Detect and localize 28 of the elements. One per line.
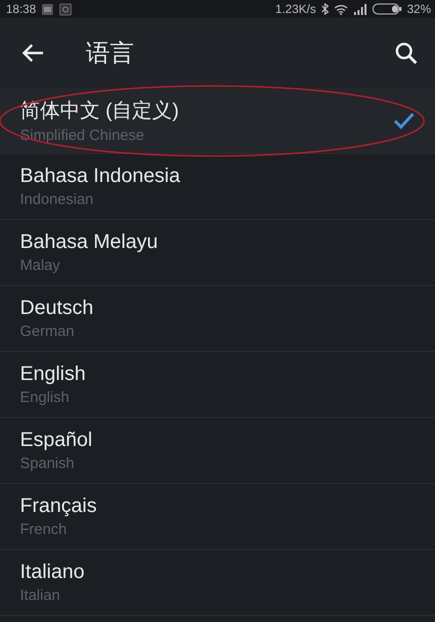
- language-subtitle: Simplified Chinese: [20, 127, 144, 144]
- screen-title: 语言: [86, 39, 135, 69]
- language-subtitle: German: [20, 323, 74, 340]
- language-subtitle: Malay: [20, 257, 60, 274]
- language-name: Français: [20, 495, 97, 518]
- language-name: Bahasa Indonesia: [20, 165, 180, 188]
- language-subtitle: Indonesian: [20, 191, 94, 208]
- wifi-icon: [334, 4, 348, 14]
- language-name: Español: [20, 429, 92, 452]
- battery-icon: [372, 3, 402, 15]
- back-arrow-icon[interactable]: [22, 43, 44, 63]
- language-name: Deutsch: [20, 297, 94, 320]
- notification-icon: [41, 2, 54, 16]
- bluetooth-icon: [320, 3, 329, 15]
- language-subtitle: Spanish: [20, 455, 74, 472]
- battery-percent: 32%: [406, 2, 431, 16]
- network-speed: 1.23K/s: [275, 2, 316, 16]
- language-subtitle: English: [20, 389, 70, 406]
- clock-time: 18:38: [6, 2, 36, 16]
- checkmark-icon: [393, 112, 415, 130]
- language-name: Bahasa Melayu: [20, 231, 158, 254]
- language-subtitle: Italian: [20, 587, 60, 604]
- search-icon[interactable]: [395, 42, 417, 64]
- language-name: Italiano: [20, 561, 84, 584]
- language-subtitle: French: [20, 521, 67, 538]
- language-name: English: [20, 363, 86, 386]
- notification-icon: [59, 2, 72, 16]
- signal-icon: [352, 4, 367, 14]
